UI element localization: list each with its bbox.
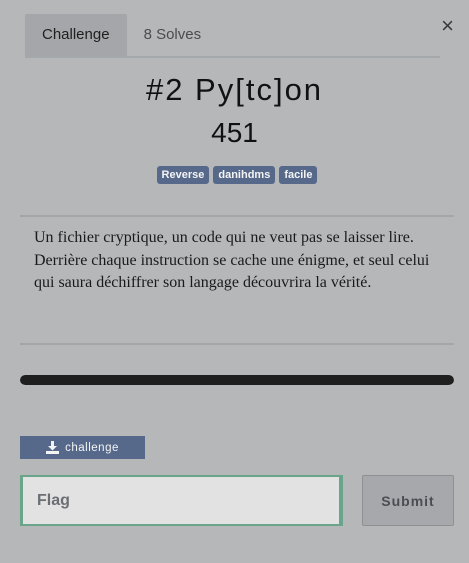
progress-fill [20, 375, 454, 385]
challenge-modal: × Challenge 8 Solves #2 Py[tc]on 451 Rev… [0, 0, 469, 563]
submit-button[interactable]: Submit [362, 475, 454, 526]
challenge-description: Un fichier cryptique, un code qui ne veu… [34, 229, 430, 291]
tag-badge: Reverse [156, 166, 210, 184]
flag-input[interactable] [20, 475, 343, 526]
challenge-points: 451 [211, 117, 258, 148]
download-file-button[interactable]: challenge [20, 436, 145, 459]
close-button[interactable]: × [441, 14, 454, 38]
tag-list: Reverse danihdms facile [0, 166, 469, 184]
tag-badge: danihdms [213, 166, 276, 184]
download-icon [46, 441, 60, 454]
download-label: challenge [65, 441, 119, 454]
tab-solves[interactable]: 8 Solves [127, 14, 219, 56]
tab-bar: Challenge 8 Solves [25, 14, 440, 58]
tab-challenge[interactable]: Challenge [25, 14, 127, 56]
divider [20, 215, 454, 217]
tag-badge: facile [279, 166, 318, 184]
divider [20, 343, 454, 345]
challenge-title: #2 Py[tc]on [145, 72, 324, 107]
progress-bar [20, 375, 454, 385]
